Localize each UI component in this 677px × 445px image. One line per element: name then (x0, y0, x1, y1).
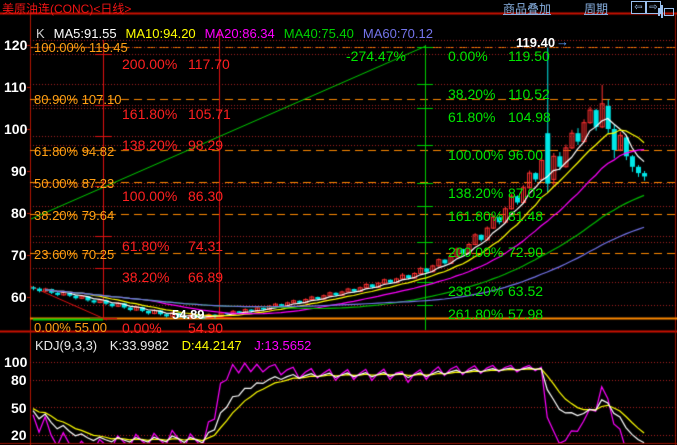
instrument-title: 美原油连(CONC)<日线> (2, 0, 131, 17)
price-chart-canvas[interactable] (0, 0, 677, 445)
window-split-glyph (664, 8, 674, 16)
ma-value-label: MA10:94.20 (126, 26, 196, 41)
price-axis-tick: 70 (11, 248, 27, 262)
kdj-title: KDJ(9,3,3) (35, 338, 97, 353)
ma-value-label: MA5:91.55 (54, 26, 117, 41)
window-split-glyph-bar (658, 8, 660, 16)
header-bar: 美原油连(CONC)<日线> 商品叠加 周期 ⇦ ⇨ (0, 0, 677, 13)
fib-extension-label: -274.47% (346, 49, 406, 63)
fib-orange-label: 38.20% 79.64 (34, 209, 114, 222)
candle-series-label: K (36, 26, 45, 41)
ma-values-row: K MA5:91.55 MA10:94.20 MA20:86.34 MA40:75.40… (36, 26, 442, 41)
fib-green-pct-label: 238.20% (448, 284, 503, 298)
fib-green-value-label: 72.90 (508, 245, 543, 259)
fib-red-pct-label: 200.00% (122, 57, 177, 71)
fib-orange-label: 50.00% 87.23 (34, 177, 114, 190)
kdj-axis-tick: 50 (11, 401, 27, 415)
fib-orange-label: 61.80% 94.82 (34, 145, 114, 158)
fib-red-value-label: 117.70 (188, 57, 230, 71)
fib-red-value-label: 98.29 (188, 138, 223, 152)
kdj-j-value: J:13.5652 (254, 338, 311, 353)
fib-green-value-label: 57.98 (508, 307, 543, 321)
kdj-axis-tick: 100 (4, 355, 27, 369)
kdj-k-value: K:33.9982 (110, 338, 169, 353)
fib-green-value-label: 119.50 (508, 49, 550, 63)
ma-value-label: MA20:86.34 (205, 26, 275, 41)
fib-red-pct-label: 138.20% (122, 138, 177, 152)
ma-value-label: MA60:70.12 (363, 26, 433, 41)
fib-red-pct-label: 100.00% (122, 189, 177, 203)
fib-red-pct-label: 161.80% (122, 107, 177, 121)
price-axis-tick: 100 (4, 122, 27, 136)
fib-orange-label: 0.00% 55.00 (34, 321, 107, 334)
low-price-label: 54.89 (172, 308, 205, 321)
fib-red-value-label: 74.31 (188, 239, 223, 253)
fib-orange-label: 100.00% 119.45 (34, 41, 128, 54)
fib-red-pct-label: 0.00% (122, 321, 162, 335)
fib-red-pct-label: 61.80% (122, 239, 169, 253)
fib-red-value-label: 54.90 (188, 321, 223, 335)
kdj-axis-tick: 80 (11, 373, 27, 387)
fib-green-pct-label: 138.20% (448, 186, 503, 200)
period-link[interactable]: 周期 (584, 0, 608, 17)
fib-green-pct-label: 161.80% (448, 209, 503, 223)
fib-green-value-label: 81.48 (508, 209, 543, 223)
fib-red-value-label: 105.71 (188, 107, 231, 121)
kdj-axis-tick: 20 (11, 428, 27, 442)
fib-green-pct-label: 38.20% (448, 87, 495, 101)
fib-green-pct-label: 61.80% (448, 110, 495, 124)
overlay-link[interactable]: 商品叠加 (503, 0, 551, 17)
fib-green-value-label: 87.02 (508, 186, 543, 200)
fib-green-pct-label: 0.00% (448, 49, 488, 63)
fib-red-pct-label: 38.20% (122, 270, 169, 284)
price-axis-tick: 60 (11, 290, 27, 304)
price-axis-tick: 80 (11, 206, 27, 220)
price-axis-tick: 90 (11, 164, 27, 178)
fib-red-value-label: 86.30 (188, 189, 223, 203)
fib-green-value-label: 63.52 (508, 284, 543, 298)
fib-green-pct-label: 200.00% (448, 245, 503, 259)
kdj-d-value: D:44.2147 (182, 338, 242, 353)
price-axis-tick: 110 (4, 80, 27, 94)
prev-arrow-icon[interactable]: ⇦ (631, 1, 646, 14)
high-price-arrow-icon: → (556, 35, 569, 48)
fib-orange-label: 80.90% 107.10 (34, 93, 121, 106)
chart-app-window: 美原油连(CONC)<日线> 商品叠加 周期 ⇦ ⇨ K MA5:91.55 MA1… (0, 0, 677, 445)
ma-value-label: MA40:75.40 (284, 26, 354, 41)
fib-red-value-label: 66.89 (188, 270, 223, 284)
fib-green-pct-label: 261.80% (448, 307, 503, 321)
high-price-label: 119.40 (516, 36, 555, 49)
window-split-icon[interactable] (661, 5, 663, 18)
kdj-values-row: KDJ(9,3,3) K:33.9982 D:44.2147 J:13.5652 (35, 338, 320, 353)
price-axis-tick: 120 (4, 38, 27, 52)
fib-green-value-label: 110.52 (508, 87, 550, 101)
fib-green-value-label: 104.98 (508, 110, 551, 124)
fib-green-value-label: 96.00 (508, 148, 543, 162)
fib-green-pct-label: 100.00% (448, 148, 503, 162)
fib-orange-label: 23.60% 70.25 (34, 248, 114, 261)
